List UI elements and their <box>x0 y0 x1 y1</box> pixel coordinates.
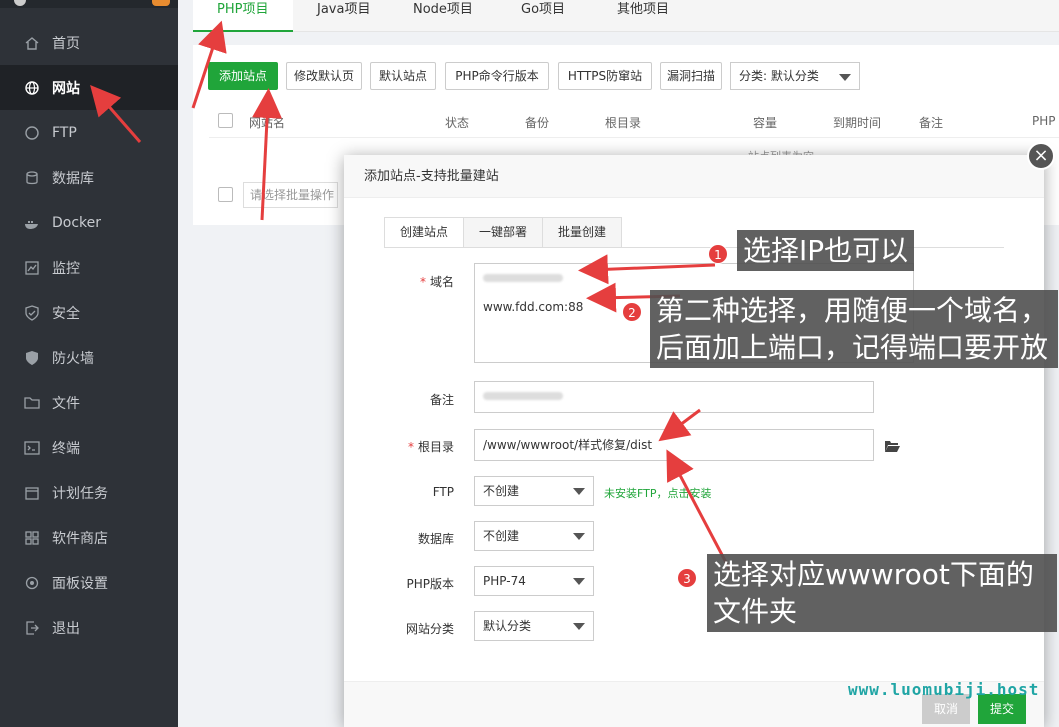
annotation-number-3: 3 <box>677 568 697 588</box>
arrow-to-root-input <box>658 408 701 442</box>
arrow-to-php-tab <box>191 20 227 109</box>
arrow-to-add-site <box>252 88 283 221</box>
arrow-to-website <box>90 84 142 143</box>
watermark: www.luomubiji.host <box>848 680 1040 699</box>
arrow-to-domain <box>578 254 716 285</box>
annotation-note-3: 选择对应wwwroot下面的文件夹 <box>707 554 1057 632</box>
annotation-number-2: 2 <box>622 302 642 322</box>
annotation-note-2: 第二种选择，用随便一个域名，后面加上端口，记得端口要开放 <box>650 290 1058 368</box>
annotation-note-1: 选择IP也可以 <box>737 230 915 271</box>
annotation-number-1: 1 <box>708 244 728 264</box>
